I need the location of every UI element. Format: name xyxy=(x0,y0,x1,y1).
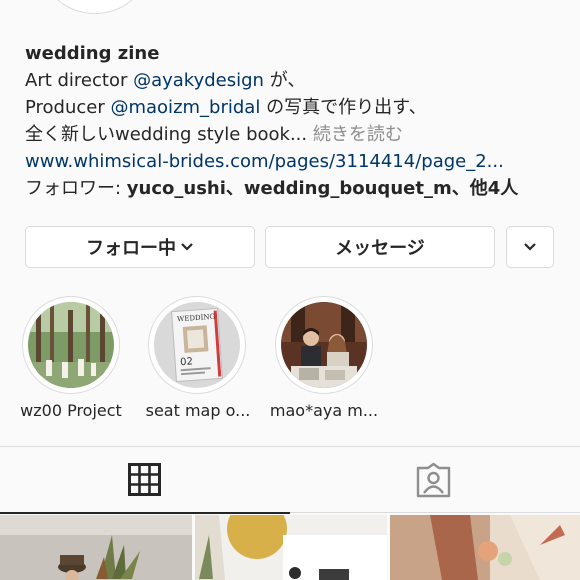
highlight-ring xyxy=(275,296,373,394)
highlight-cover-people xyxy=(281,302,367,388)
followers-names[interactable]: yuco_ushi、wedding_bouquet_m、他4人 xyxy=(127,178,518,199)
bio-line-2: Producer @maoizm_bridal の写真で作り出す、 xyxy=(25,94,570,121)
followed-by[interactable]: フォロワー: yuco_ushi、wedding_bouquet_m、他4人 xyxy=(25,175,570,202)
post-thumbnail[interactable] xyxy=(390,515,580,580)
bio-text: 全く新しいwedding style book... xyxy=(25,124,308,145)
bio-line-1: Art director @ayakydesign が、 xyxy=(25,67,570,94)
tab-tagged[interactable] xyxy=(415,462,452,503)
bio-text: Producer xyxy=(25,97,111,118)
bio-text: が、 xyxy=(263,70,306,91)
grid-icon xyxy=(128,463,161,496)
following-button-label: フォロー中 xyxy=(86,238,176,259)
message-button-label: メッセージ xyxy=(335,238,425,259)
magazine-number: 02 xyxy=(180,356,193,368)
mention-maoizm-bridal[interactable]: @maoizm_bridal xyxy=(110,97,260,118)
highlight-item[interactable]: WEDDING 02 xyxy=(148,296,246,394)
highlight-label[interactable]: wz00 Project xyxy=(6,401,136,420)
following-button[interactable]: フォロー中 xyxy=(25,226,255,268)
highlight-label[interactable]: mao*aya m... xyxy=(259,401,389,420)
suggested-accounts-button[interactable] xyxy=(506,226,554,268)
read-more-link[interactable]: 続きを読む xyxy=(307,124,403,145)
profile-avatar[interactable] xyxy=(44,0,146,14)
chevron-down-icon xyxy=(181,243,193,251)
bio-text: の写真で作り出す、 xyxy=(260,97,427,118)
highlight-item[interactable] xyxy=(22,296,120,394)
bio-line-3: 全く新しいwedding style book... 続きを読む xyxy=(25,121,570,148)
message-button[interactable]: メッセージ xyxy=(265,226,495,268)
highlight-ring: WEDDING 02 xyxy=(148,296,246,394)
profile-website-link[interactable]: www.whimsical-brides.com/pages/3114414/p… xyxy=(25,148,570,175)
active-tab-indicator xyxy=(0,512,290,514)
followers-prefix: フォロワー: xyxy=(25,178,127,199)
tab-grid[interactable] xyxy=(128,463,161,500)
highlight-label[interactable]: seat map o... xyxy=(133,401,263,420)
profile-name: wedding zine xyxy=(25,43,160,64)
profile-bio: wedding zine Art director @ayakydesign が… xyxy=(25,40,570,202)
bio-text: Art director xyxy=(25,70,134,91)
mention-ayakydesign[interactable]: @ayakydesign xyxy=(133,70,264,91)
highlight-cover-forest xyxy=(28,302,114,388)
section-divider xyxy=(0,446,580,447)
highlight-cover-magazine: WEDDING 02 xyxy=(154,302,240,388)
post-thumbnail[interactable] xyxy=(0,515,192,580)
highlight-ring xyxy=(22,296,120,394)
post-thumbnail[interactable] xyxy=(195,515,387,580)
highlight-item[interactable] xyxy=(275,296,373,394)
tagged-person-icon xyxy=(416,462,451,498)
chevron-down-icon xyxy=(524,243,536,251)
